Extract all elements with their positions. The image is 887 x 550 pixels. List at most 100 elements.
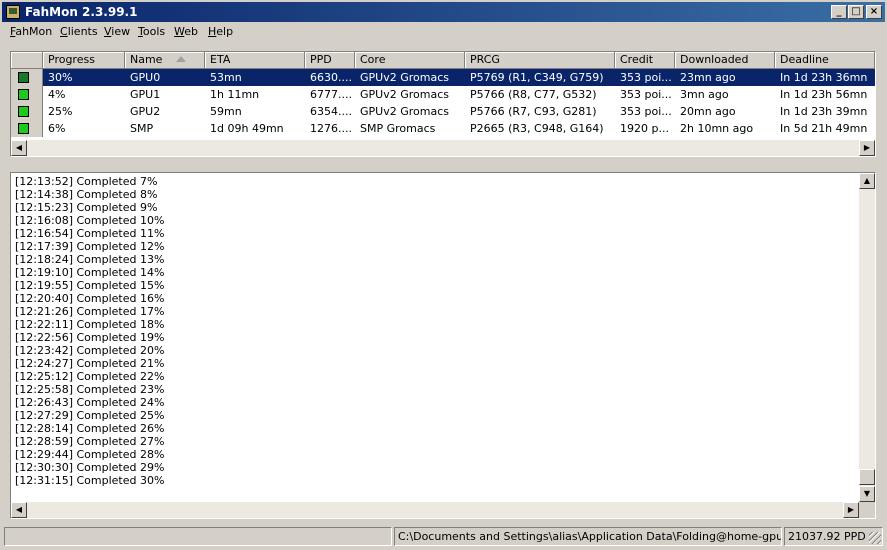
window-title: FahMon 2.3.99.1 [25,5,138,19]
column-header-credit[interactable]: Credit [615,52,675,69]
cell-deadline: In 5d 21h 49mn [780,122,868,135]
scroll-right-button[interactable]: ▶ [859,140,875,156]
menu-clients[interactable]: Clients [60,25,98,38]
scroll-up-button[interactable]: ▲ [859,173,875,189]
log-horizontal-scrollbar[interactable]: ◀ ▶ [11,502,859,518]
cell-credit: 353 poi... [620,88,672,101]
log-panel[interactable]: [12:13:52] Completed 7% [12:14:38] Comple… [10,172,876,519]
scrollbar-corner [859,502,875,518]
cell-ppd: 6354.... [310,105,352,118]
log-line: [12:13:52] Completed 7% [15,175,158,188]
log-line: [12:28:59] Completed 27% [15,435,165,448]
grid-horizontal-scrollbar[interactable]: ◀ ▶ [11,140,875,156]
cell-downloaded: 23mn ago [675,69,775,86]
cell-name: SMP [130,122,154,135]
cell-ppd: 1276.... [310,122,352,135]
cell-name: GPU0 [125,69,205,86]
cell-name: GPU2 [130,105,161,118]
title-bar[interactable]: FahMon 2.3.99.1 _ □ × [2,2,885,22]
cell-deadline: In 1d 23h 36mn [775,69,875,86]
menu-help[interactable]: Help [208,25,233,38]
log-vertical-scrollbar[interactable]: ▲ ▼ [859,173,875,502]
cell-progress: 30% [43,69,125,86]
client-status-icon [18,106,29,117]
resize-grip-icon[interactable] [869,532,881,544]
cell-credit: 353 poi... [615,69,675,86]
cell-eta: 53mn [205,69,305,86]
cell-name: GPU1 [130,88,161,101]
log-line: [12:18:24] Completed 13% [15,253,165,266]
status-cell[interactable] [11,69,43,86]
log-line: [12:26:43] Completed 24% [15,396,165,409]
column-header-eta[interactable]: ETA [205,52,305,69]
cell-prcg: P5766 (R8, C77, G532) [470,88,597,101]
status-cell[interactable] [11,86,43,103]
log-line: [12:28:14] Completed 26% [15,422,165,435]
log-line: [12:19:10] Completed 14% [15,266,165,279]
cell-credit: 353 poi... [620,105,672,118]
scroll-down-button[interactable]: ▼ [859,486,875,502]
menu-view[interactable]: View [104,25,130,38]
table-row[interactable]: 6% SMP 1d 09h 49mn 1276.... SMP Gromacs P2665… [11,120,875,137]
cell-ppd: 6777.... [310,88,352,101]
clients-grid[interactable]: Progress Name ETA PPD Core PRCG Credit D… [10,51,876,157]
column-header-deadline[interactable]: Deadline [775,52,875,69]
sort-ascending-icon [176,56,186,62]
cell-prcg: P2665 (R3, C948, G164) [470,122,604,135]
column-header-ppd[interactable]: PPD [305,52,355,69]
column-header-downloaded[interactable]: Downloaded [675,52,775,69]
status-path: C:\Documents and Settings\alias\Applicat… [394,527,782,546]
column-header-name[interactable]: Name [125,52,205,69]
cell-prcg: P5766 (R7, C93, G281) [470,105,597,118]
status-column-header[interactable] [11,52,43,69]
log-line: [12:14:38] Completed 8% [15,188,158,201]
column-header-prcg[interactable]: PRCG [465,52,615,69]
menu-tools[interactable]: Tools [138,25,165,38]
menu-fahmon[interactable]: FahMon [10,25,52,38]
cell-prcg: P5769 (R1, C349, G759) [465,69,615,86]
cell-credit: 1920 p... [620,122,669,135]
fahmon-window: FahMon 2.3.99.1 _ □ × FahMon Clients Vie… [0,0,887,550]
log-line: [12:16:08] Completed 10% [15,214,165,227]
log-line: [12:24:27] Completed 21% [15,357,165,370]
table-row[interactable]: 30% GPU0 53mn 6630.... GPUv2 Gromacs P5769 (R… [11,69,875,86]
maximize-button[interactable]: □ [848,5,864,19]
status-cell[interactable] [11,103,43,120]
log-scroll-right-button[interactable]: ▶ [843,502,859,518]
cell-downloaded: 2h 10mn ago [680,122,754,135]
column-header-progress[interactable]: Progress [43,52,125,69]
status-panel-empty [4,527,392,546]
log-line: [12:27:29] Completed 25% [15,409,165,422]
log-line: [12:25:58] Completed 23% [15,383,165,396]
table-row[interactable]: 4% GPU1 1h 11mn 6777.... GPUv2 Gromacs P5766 … [11,86,875,103]
log-line: [12:31:15] Completed 30% [15,474,165,487]
cell-downloaded: 20mn ago [680,105,736,118]
scroll-left-button[interactable]: ◀ [11,140,27,156]
log-line: [12:23:42] Completed 20% [15,344,165,357]
cell-progress: 6% [48,122,66,135]
table-row[interactable]: 25% GPU2 59mn 6354.... GPUv2 Gromacs P5766 (R… [11,103,875,120]
column-header-core[interactable]: Core [355,52,465,69]
log-scroll-left-button[interactable]: ◀ [11,502,27,518]
log-line: [12:22:56] Completed 19% [15,331,165,344]
log-line: [12:25:12] Completed 22% [15,370,165,383]
status-total-ppd: 21037.92 PPD [784,527,883,546]
minimize-button[interactable]: _ [831,5,847,19]
cell-ppd: 6630.... [305,69,355,86]
fahmon-app-icon[interactable] [6,5,20,19]
log-line: [12:15:23] Completed 9% [15,201,158,214]
log-line: [12:17:39] Completed 12% [15,240,165,253]
cell-eta: 1h 11mn [210,88,260,101]
cell-core: SMP Gromacs [360,122,436,135]
cell-progress: 4% [48,88,66,101]
menu-web[interactable]: Web [174,25,198,38]
log-line: [12:16:54] Completed 11% [15,227,165,240]
log-line: [12:21:26] Completed 17% [15,305,165,318]
scroll-thumb[interactable] [859,469,875,485]
status-cell[interactable] [11,120,43,137]
cell-core: GPUv2 Gromacs [355,69,465,86]
menu-bar: FahMon Clients View Tools Web Help [2,23,885,41]
cell-eta: 1d 09h 49mn [210,122,284,135]
cell-progress: 25% [48,105,73,118]
close-button[interactable]: × [866,5,882,19]
